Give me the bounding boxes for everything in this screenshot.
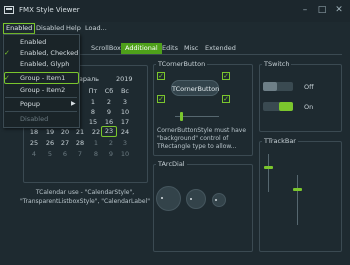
switch-off-label: Off	[304, 83, 314, 91]
submenu-arrow-icon: ▶	[71, 100, 76, 107]
corner-button[interactable]: TCornerButton	[171, 80, 219, 96]
calendar-day[interactable]: 2	[101, 98, 117, 106]
maximize-icon[interactable]: □	[315, 3, 329, 17]
arc-dial-medium[interactable]	[186, 189, 206, 209]
tab-extended[interactable]: Extended	[201, 43, 240, 54]
trackbar-thumb[interactable]	[264, 166, 273, 169]
calendar-day[interactable]: 8	[85, 108, 101, 116]
calendar-day[interactable]: 1	[85, 98, 101, 106]
calendar-day[interactable]: 16	[101, 118, 117, 126]
calendar-caption: TCalendar use - "CalendarStyle", "Transp…	[20, 189, 150, 205]
calendar-day[interactable]: 15	[85, 118, 101, 126]
dial-indicator	[190, 198, 192, 200]
calendar-day[interactable]: 8	[88, 150, 104, 158]
dropdown-item-disabled: Disabled	[20, 115, 49, 123]
calendar-day[interactable]: 9	[101, 108, 117, 116]
window-title: FMX Style Viewer	[19, 6, 80, 14]
calendar-day[interactable]: 26	[42, 139, 58, 147]
check-icon: ✓	[4, 74, 10, 82]
dropdown-item-group-item2[interactable]: Group - Item2	[20, 85, 65, 96]
switch-thumb	[263, 82, 277, 91]
arc-dial-large[interactable]	[156, 186, 181, 211]
trackbar-group	[259, 141, 342, 252]
dial-indicator	[215, 199, 217, 201]
calendar-day[interactable]: 6	[57, 150, 73, 158]
calendar-header: Сб	[104, 87, 114, 95]
menu-disabled[interactable]: Disabled	[34, 23, 66, 34]
app-window-icon	[4, 6, 14, 14]
dropdown-item-enabled[interactable]: Enabled	[20, 37, 46, 48]
switch-group	[259, 64, 342, 132]
close-icon[interactable]: ✕	[332, 3, 346, 17]
corner-button-group-label: TCornerButton	[156, 60, 208, 68]
trackbar-thumb[interactable]	[293, 188, 302, 191]
calendar-day[interactable]: 18	[26, 128, 42, 136]
calendar-header: Пт	[88, 87, 98, 95]
tab-scrollbox[interactable]: ScrollBox	[87, 43, 125, 54]
calendar-day[interactable]: 3	[117, 139, 133, 147]
calendar-day[interactable]: 24	[117, 128, 133, 136]
menu-load[interactable]: Load...	[83, 23, 109, 34]
calendar-year: 2019	[116, 75, 133, 83]
tab-misc[interactable]: Misc	[180, 43, 202, 54]
calendar-day[interactable]: 4	[26, 150, 42, 158]
calendar-month: враль	[79, 75, 99, 83]
checkbox[interactable]: ✓	[222, 95, 230, 103]
dropdown-separator	[5, 111, 77, 112]
calendar-day[interactable]: 7	[72, 150, 88, 158]
dropdown-item-popup[interactable]: Popup	[20, 99, 40, 110]
checkbox[interactable]: ✓	[222, 72, 230, 80]
calendar-header: Вс	[120, 87, 130, 95]
calendar-today[interactable]: 23	[101, 126, 117, 137]
calendar-day[interactable]: 20	[57, 128, 73, 136]
checkbox[interactable]: ✓	[157, 72, 165, 80]
dropdown-separator	[5, 97, 77, 98]
calendar-day[interactable]: 27	[57, 139, 73, 147]
calendar-day[interactable]: 25	[26, 139, 42, 147]
dropdown-item-group-item1[interactable]: Group - Item1	[20, 73, 65, 84]
tab-edits[interactable]: Edits	[158, 43, 182, 54]
checkbox[interactable]: ✓	[157, 95, 165, 103]
trackbar-thumb[interactable]	[180, 112, 183, 121]
calendar-day[interactable]: 10	[117, 108, 133, 116]
menu-help[interactable]: Help	[64, 23, 83, 34]
switch-group-label: TSwitch	[262, 60, 292, 68]
tab-additional[interactable]: Additional	[121, 43, 162, 54]
switch-thumb	[279, 102, 293, 111]
minimize-icon[interactable]: –	[298, 3, 312, 17]
check-icon: ✓	[4, 49, 10, 57]
dropdown-item-enabled-checked[interactable]: Enabled, Checked	[20, 48, 78, 59]
vertical-trackbar[interactable]	[268, 154, 269, 192]
calendar-day[interactable]: 1	[88, 139, 104, 147]
trackbar-group-label: TTrackBar	[262, 137, 298, 145]
calendar-day[interactable]: 5	[42, 150, 58, 158]
dropdown-item-enabled-glyph[interactable]: Enabled, Glyph	[20, 59, 69, 70]
switch-on-label: On	[304, 103, 314, 111]
calendar-day[interactable]: 17	[117, 118, 133, 126]
calendar-day[interactable]: 10	[117, 150, 133, 158]
arcdial-group-label: TArcDial	[156, 160, 187, 168]
calendar-day[interactable]: 28	[72, 139, 88, 147]
calendar-day[interactable]: 21	[72, 128, 88, 136]
dial-indicator	[161, 197, 163, 199]
corner-button-note: CornerButtonStyle must have "background"…	[157, 127, 247, 150]
menu-enabled[interactable]: Enabled	[3, 23, 36, 34]
calendar-day[interactable]: 3	[117, 98, 133, 106]
calendar-day[interactable]: 19	[42, 128, 58, 136]
vertical-trackbar[interactable]	[297, 175, 298, 225]
